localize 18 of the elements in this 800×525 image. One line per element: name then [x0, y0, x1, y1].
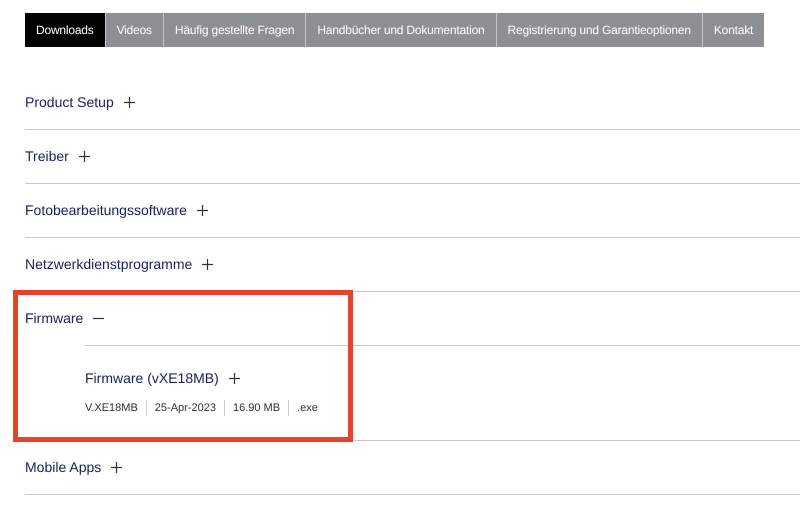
section-toggle[interactable]: Mobile Apps	[25, 459, 102, 475]
tab[interactable]: Downloads	[25, 13, 105, 47]
section-toggle[interactable]: Netzwerkdienstprogramme	[25, 256, 192, 272]
plus-icon[interactable]	[78, 150, 90, 162]
section-toggle[interactable]: Product Setup	[25, 94, 114, 110]
section-toggle[interactable]: Firmware	[25, 310, 84, 326]
section-toggle[interactable]: Fotobearbeitungssoftware	[25, 202, 187, 218]
file-detail: .exe	[288, 400, 326, 416]
file-detail: V.XE18MB	[85, 401, 139, 416]
plus-icon[interactable]	[228, 372, 240, 384]
file-detail: 16.90 MB	[224, 400, 288, 416]
plus-icon[interactable]	[124, 96, 135, 108]
file-title-toggle[interactable]: Firmware (vXE18MB)	[85, 370, 219, 386]
plus-icon[interactable]	[202, 258, 214, 270]
file-detail: 25-Apr-2023	[146, 400, 224, 416]
section-toggle[interactable]: Treiber	[25, 148, 69, 164]
plus-icon[interactable]	[196, 204, 208, 216]
plus-icon[interactable]	[111, 462, 122, 472]
